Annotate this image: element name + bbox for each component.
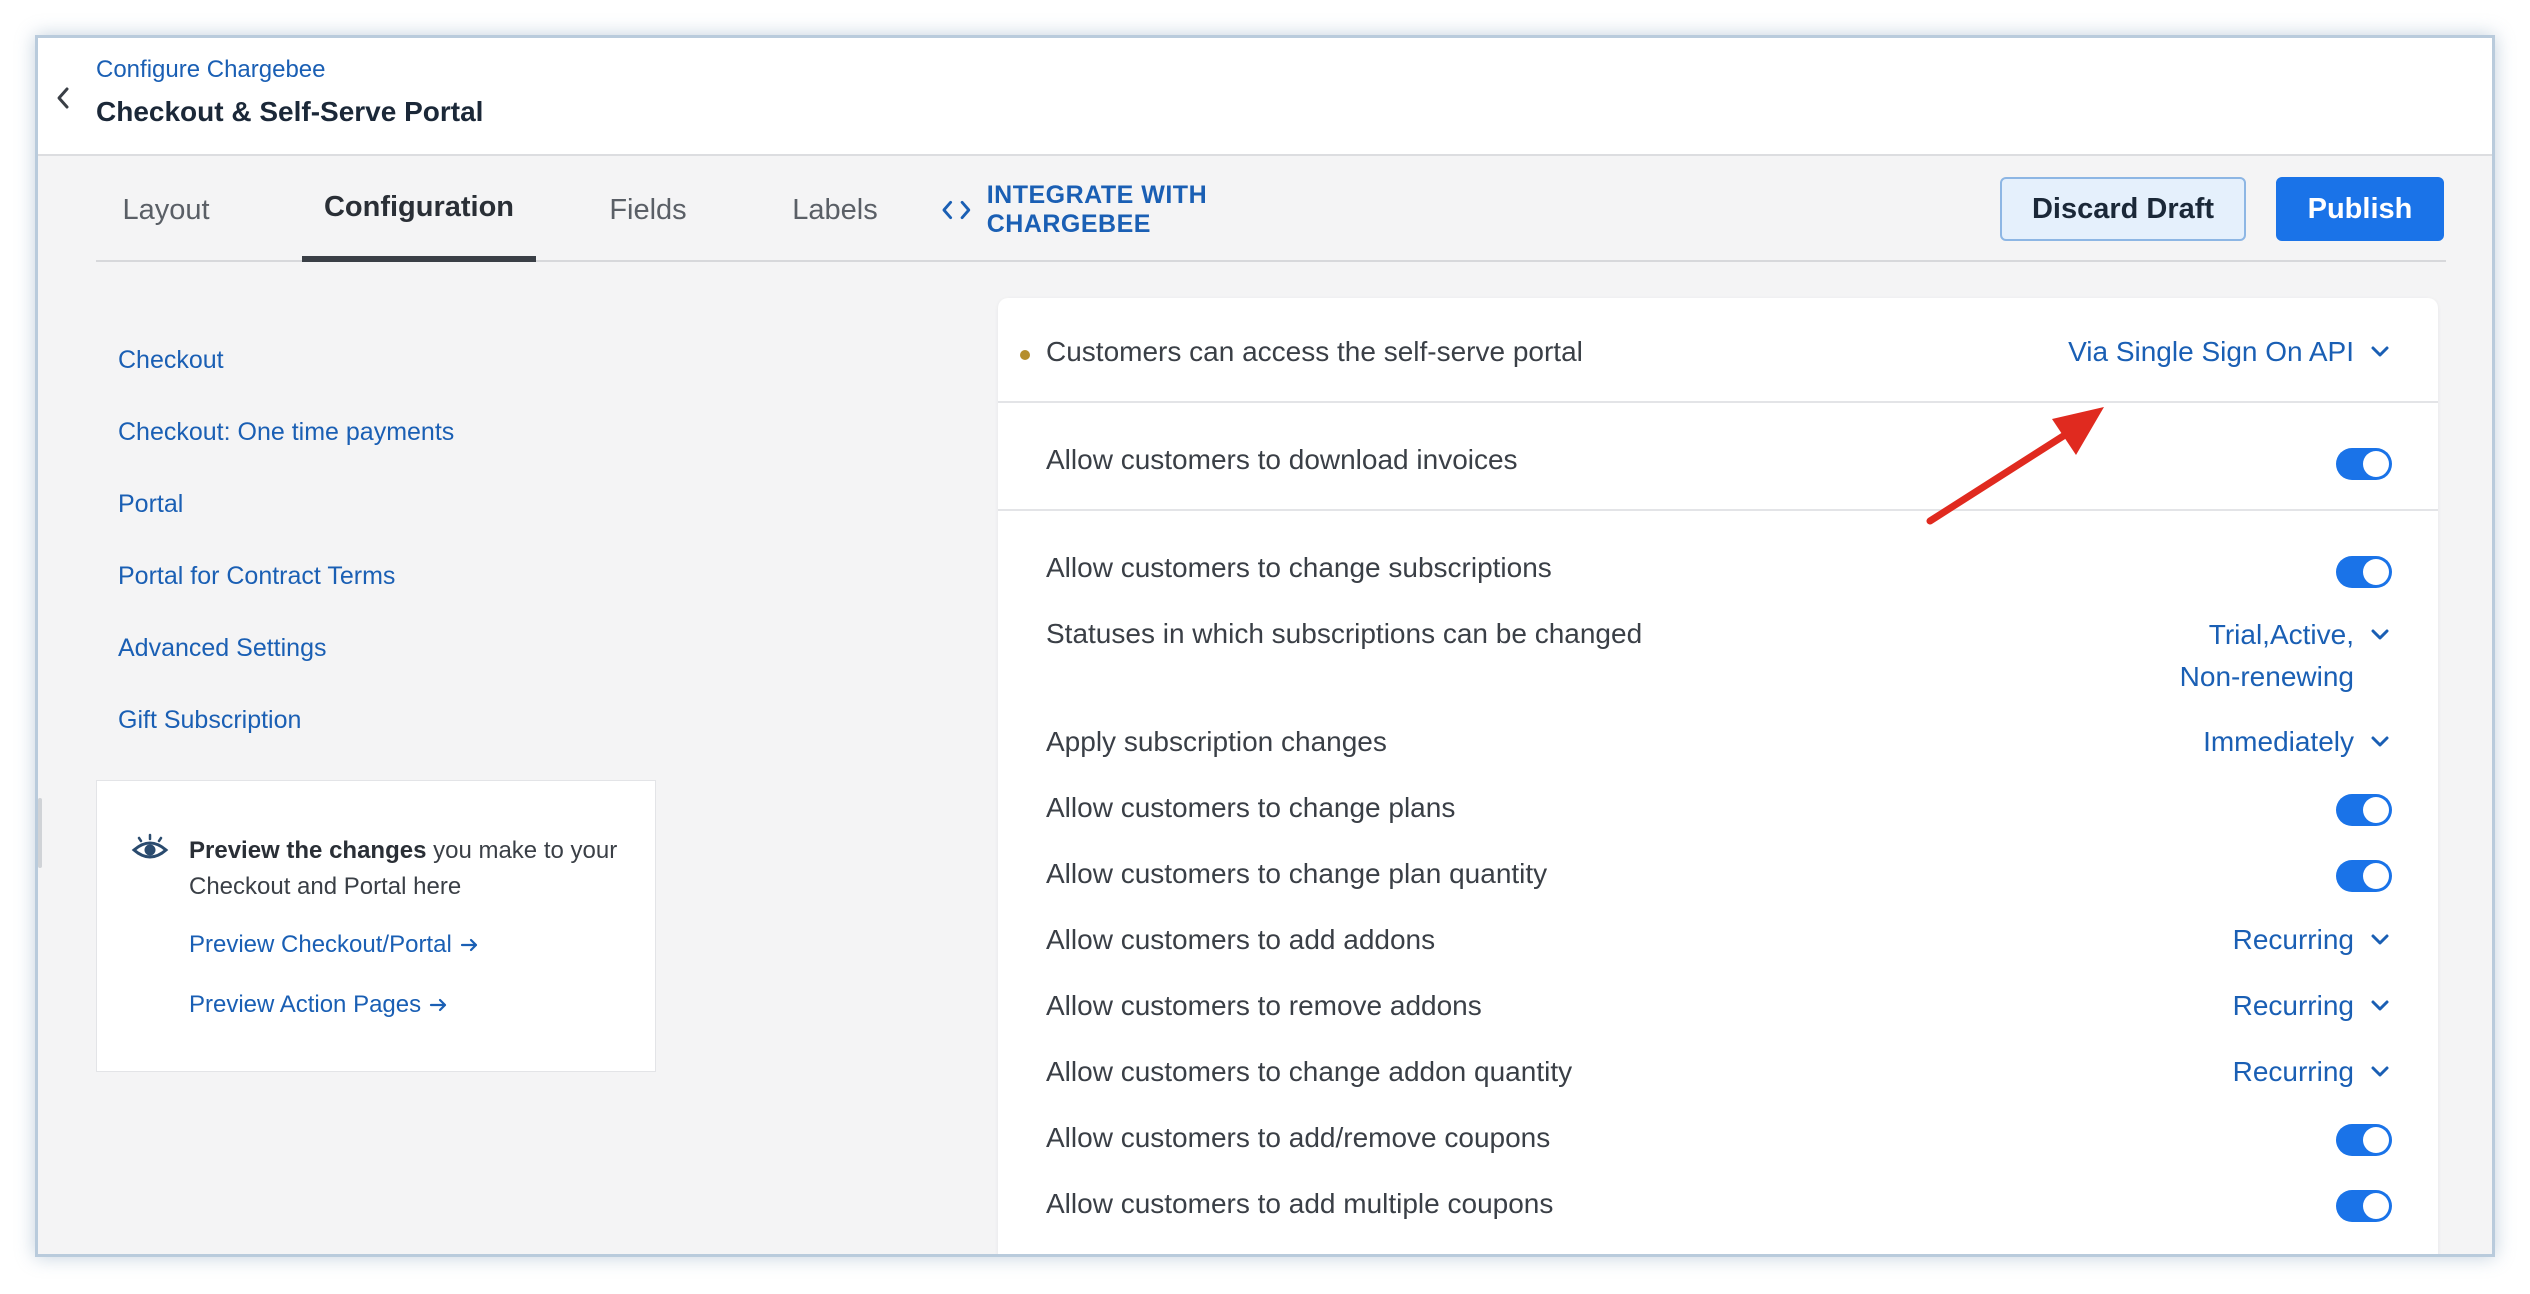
- preview-action-pages-link[interactable]: Preview Action Pages: [189, 991, 449, 1019]
- tab-layout[interactable]: Layout: [96, 158, 236, 262]
- top-header: Configure Chargebee Checkout & Self-Serv…: [38, 38, 2492, 156]
- setting-label: Allow customers to add addons: [1046, 924, 1436, 955]
- chevron-down-icon: [2371, 629, 2389, 640]
- tab-label: Fields: [609, 193, 687, 226]
- dropdown-value: Recurring: [2232, 990, 2354, 1021]
- tab-label: Labels: [792, 193, 878, 226]
- dropdown-value: Recurring: [2232, 924, 2354, 955]
- chevron-left-icon[interactable]: [48, 78, 78, 118]
- tab-configuration[interactable]: Configuration: [302, 158, 536, 262]
- chevron-down-icon: [2371, 346, 2389, 357]
- unsaved-indicator-dot: [1020, 350, 1030, 360]
- sidebar-item-gift-subscription[interactable]: Gift Subscription: [118, 706, 301, 735]
- sidebar-item-portal[interactable]: Portal: [118, 490, 183, 519]
- remove-addons-dropdown[interactable]: Recurring: [2233, 990, 2390, 1022]
- setting-label: Allow customers to change addon quantity: [1046, 1056, 1573, 1087]
- preview-bold-text: Preview the changes: [189, 837, 427, 864]
- tab-label: Layout: [122, 193, 210, 226]
- link-label: Preview Action Pages: [189, 991, 422, 1018]
- statuses-dropdown[interactable]: Trial,Active, Non-renewing: [2179, 614, 2389, 698]
- download-invoices-toggle[interactable]: [2336, 448, 2392, 480]
- setting-label: Allow customers to change subscriptions: [1046, 552, 1552, 583]
- change-addon-quantity-dropdown[interactable]: Recurring: [2233, 1056, 2390, 1088]
- tab-label: INTEGRATE WITH CHARGEBEE: [986, 181, 1208, 238]
- apply-changes-dropdown[interactable]: Immediately: [2203, 726, 2390, 758]
- change-plan-quantity-toggle[interactable]: [2336, 860, 2392, 892]
- chevron-down-icon: [2371, 1066, 2389, 1077]
- setting-label: Allow customers to change plan quantity: [1046, 858, 1548, 889]
- eye-icon: [131, 833, 169, 868]
- setting-label: Allow customers to change plans: [1046, 792, 1456, 823]
- tab-label: Configuration: [323, 190, 515, 223]
- sidebar-item-checkout-one-time-payments[interactable]: Checkout: One time payments: [118, 418, 454, 447]
- dropdown-value: Immediately: [2203, 726, 2354, 757]
- sidebar-item-portal-contract-terms[interactable]: Portal for Contract Terms: [118, 562, 395, 591]
- setting-label: Allow customers to remove addons: [1046, 990, 1482, 1021]
- setting-label: Allow customers to add/remove coupons: [1046, 1122, 1551, 1153]
- change-plans-toggle[interactable]: [2336, 794, 2392, 826]
- tab-fields[interactable]: Fields: [578, 158, 718, 262]
- dropdown-value-line1: Trial,Active,: [2208, 619, 2354, 650]
- scrollbar-handle[interactable]: [38, 798, 42, 868]
- page-title: Checkout & Self-Serve Portal: [96, 96, 484, 127]
- arrow-right-icon: [460, 938, 477, 952]
- preview-card: Preview the changes you make to your Che…: [96, 780, 656, 1072]
- dropdown-value-line2: Non-renewing: [2179, 661, 2354, 692]
- sidebar-item-advanced-settings[interactable]: Advanced Settings: [118, 634, 326, 663]
- setting-label: Apply subscription changes: [1046, 726, 1387, 757]
- link-label: Preview Checkout/Portal: [189, 931, 452, 958]
- portal-access-dropdown[interactable]: Via Single Sign On API: [2068, 336, 2390, 368]
- change-subscriptions-toggle[interactable]: [2336, 556, 2392, 588]
- app-window: Configure Chargebee Checkout & Self-Serv…: [35, 35, 2495, 1257]
- add-remove-coupons-toggle[interactable]: [2336, 1124, 2392, 1156]
- dropdown-value: Recurring: [2232, 1056, 2354, 1087]
- multiple-coupons-toggle[interactable]: [2336, 1190, 2392, 1222]
- chevron-down-icon: [2371, 736, 2389, 747]
- setting-label: Customers can access the self-serve port…: [1046, 336, 1583, 367]
- dropdown-value: Via Single Sign On API: [2068, 336, 2354, 367]
- preview-checkout-portal-link[interactable]: Preview Checkout/Portal: [189, 931, 480, 959]
- setting-label: Allow customers to add multiple coupons: [1046, 1188, 1554, 1219]
- code-icon: [942, 200, 971, 220]
- add-addons-dropdown[interactable]: Recurring: [2233, 924, 2390, 956]
- divider: [998, 401, 2438, 403]
- setting-label: Allow customers to download invoices: [1046, 444, 1518, 475]
- breadcrumb[interactable]: Configure Chargebee: [96, 56, 326, 84]
- discard-draft-button[interactable]: Discard Draft: [2000, 177, 2246, 241]
- tab-labels[interactable]: Labels: [760, 158, 910, 262]
- divider: [998, 509, 2438, 511]
- setting-label: Statuses in which subscriptions can be c…: [1046, 618, 1643, 649]
- chevron-down-icon: [2371, 1000, 2389, 1011]
- chevron-down-icon: [2371, 934, 2389, 945]
- publish-button[interactable]: Publish: [2276, 177, 2444, 241]
- preview-description: Preview the changes you make to your Che…: [189, 833, 629, 905]
- arrow-right-icon: [430, 998, 447, 1012]
- tab-integrate-with-chargebee[interactable]: INTEGRATE WITH CHARGEBEE: [942, 158, 1362, 262]
- sidebar-item-checkout[interactable]: Checkout: [118, 346, 224, 375]
- settings-panel: Customers can access the self-serve port…: [998, 298, 2438, 1254]
